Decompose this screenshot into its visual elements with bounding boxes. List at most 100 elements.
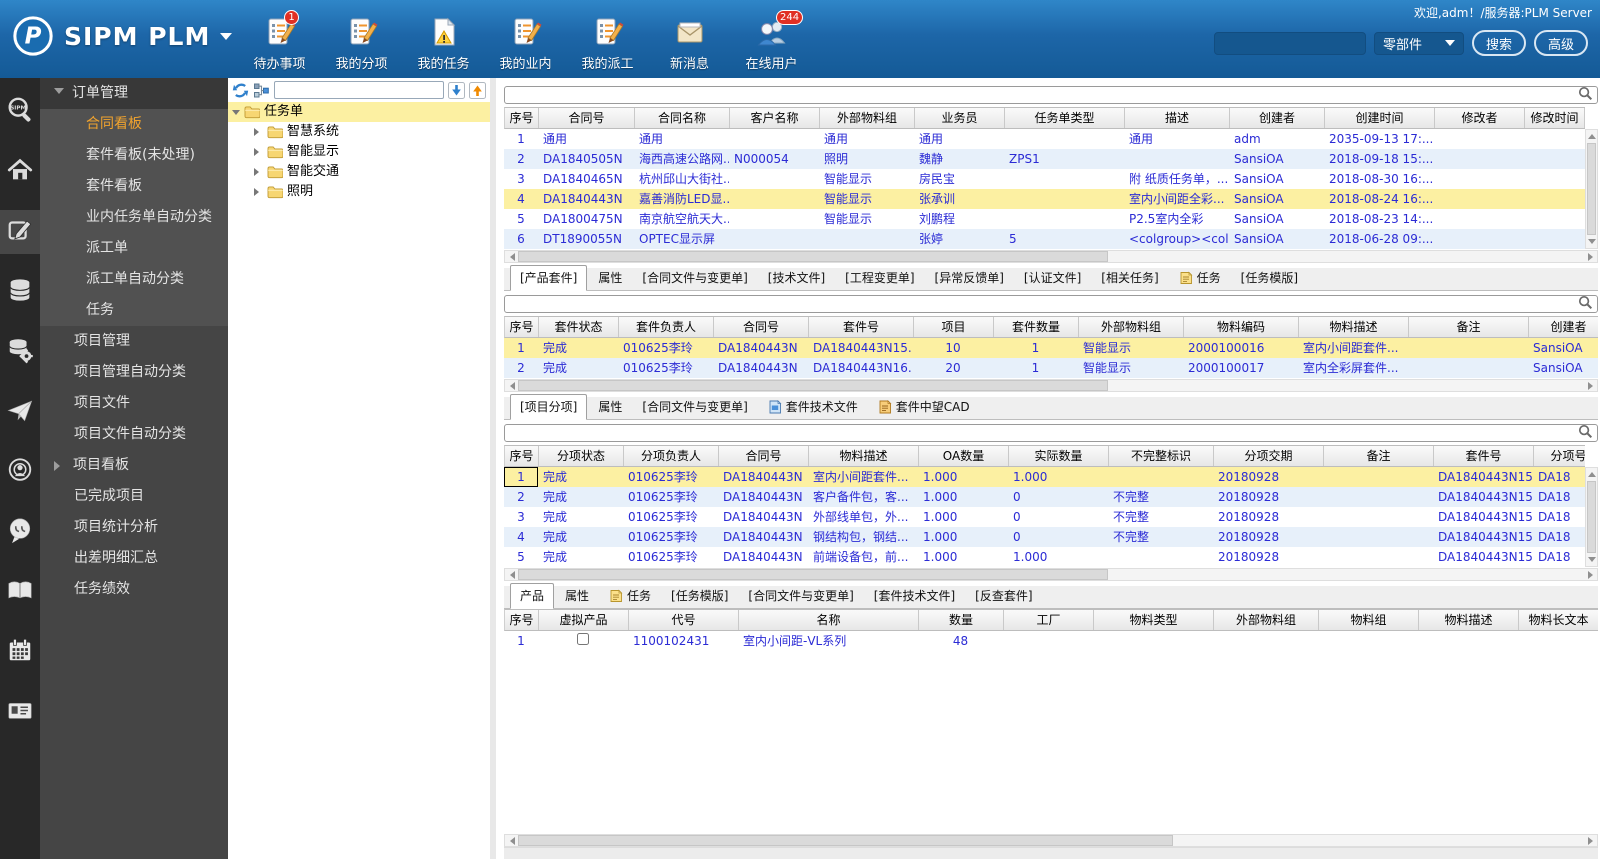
column-header[interactable]: 套件号	[809, 317, 914, 337]
column-header[interactable]: 代号	[629, 610, 739, 630]
table-row[interactable]: 5 DA1800475N 南京航空航天大... 智能显示 刘鹏程 P2.5室内全彩 Sans…	[504, 209, 1585, 229]
column-header[interactable]: 数量	[919, 610, 1004, 630]
rail-item-database[interactable]	[0, 270, 40, 314]
arrow-down-button[interactable]	[448, 81, 465, 99]
table-row[interactable]: 1 1100102431 室内小间距-VL系列 48	[504, 631, 1598, 651]
column-header[interactable]: 虚拟产品	[539, 610, 629, 630]
column-header[interactable]: 套件号	[1434, 446, 1534, 466]
column-header[interactable]: 合同号	[714, 317, 809, 337]
table-row[interactable]: 2 DA1840505N 海西高速公路网... N000054 照明 魏静 ZPS1 Sans…	[504, 149, 1585, 169]
scroll-right-arrow[interactable]	[1584, 380, 1597, 391]
sidebar-item-套件看板[interactable]: 套件看板	[40, 171, 228, 202]
tab-属性[interactable]: 属性	[589, 266, 631, 290]
subitems-vertical-scrollbar[interactable]	[1585, 467, 1598, 567]
table-row[interactable]: 2 完成 010625李玲 DA1840443N 客户备件包，客... 1.000 0 不完整…	[504, 487, 1585, 507]
column-header[interactable]: 分项状态	[539, 446, 624, 466]
collapse-icon[interactable]	[54, 88, 64, 99]
sidebar-item-项目管理自动分类[interactable]: 项目管理自动分类	[40, 357, 228, 388]
column-header[interactable]: 备注	[1409, 317, 1529, 337]
search-button[interactable]: 搜索	[1471, 30, 1526, 56]
column-header[interactable]: 工厂	[1004, 610, 1094, 630]
table-row[interactable]: 4 完成 010625李玲 DA1840443N 钢结构包，钢结... 1.000 0 不完整…	[504, 527, 1585, 547]
scroll-left-arrow[interactable]	[505, 251, 518, 262]
rail-item-chat[interactable]	[0, 510, 40, 554]
column-header[interactable]: 备注	[1324, 446, 1434, 466]
tab-套件中望CAD[interactable]: 套件中望CAD	[869, 395, 979, 419]
sidebar-item-出差明细汇总[interactable]: 出差明细汇总	[40, 543, 228, 574]
tab-技术文件[interactable]: [技术文件]	[759, 266, 834, 290]
tab-项目分项[interactable]: [项目分项]	[510, 394, 588, 420]
sidebar-item-业内任务单自动分类[interactable]: 业内任务单自动分类	[40, 202, 228, 233]
contracts-search-input[interactable]	[504, 86, 1598, 104]
column-header[interactable]: 物料长文本	[1519, 610, 1598, 630]
rail-item-radar[interactable]	[0, 450, 40, 494]
column-header[interactable]: 创建时间	[1325, 108, 1435, 128]
tree-expand-icon[interactable]	[254, 148, 263, 156]
column-header[interactable]: 项目	[914, 317, 994, 337]
table-row[interactable]: 2 完成 010625李玲 DA1840443N DA1840443N16... 20 1 智…	[504, 358, 1598, 378]
virtual-product-checkbox[interactable]	[577, 633, 589, 645]
scroll-right-arrow[interactable]	[1584, 835, 1597, 846]
column-header[interactable]: 描述	[1125, 108, 1230, 128]
table-row[interactable]: 6 DT1890055N OPTEC显示屏 张婷 5 <colgroup><col ...…	[504, 229, 1585, 249]
rail-item-id-card[interactable]	[0, 690, 40, 734]
tab-合同文件与变更单[interactable]: [合同文件与变更单]	[633, 266, 756, 290]
logo-area[interactable]: P SIPM PLM	[12, 15, 233, 57]
rail-item-edit[interactable]	[0, 210, 40, 254]
sidebar-item-项目看板[interactable]: 项目看板	[40, 450, 228, 481]
column-header[interactable]: 不完整标识	[1109, 446, 1214, 466]
column-header[interactable]: 创建者	[1230, 108, 1325, 128]
sidebar-item-派工单[interactable]: 派工单	[40, 233, 228, 264]
scroll-right-arrow[interactable]	[1584, 569, 1597, 580]
expand-icon[interactable]	[54, 460, 65, 471]
scroll-up-arrow[interactable]	[1586, 130, 1597, 142]
logo-dropdown-caret[interactable]	[220, 32, 233, 46]
tree-node-智能交通[interactable]: 智能交通	[228, 162, 490, 182]
scroll-up-arrow[interactable]	[1586, 468, 1597, 480]
tab-套件技术文件[interactable]: 套件技术文件	[759, 395, 867, 419]
tab-任务[interactable]: 任务	[1170, 266, 1230, 290]
global-search-input[interactable]	[1213, 31, 1366, 55]
column-header[interactable]: 业务员	[915, 108, 1005, 128]
scroll-left-arrow[interactable]	[505, 569, 518, 580]
column-header[interactable]: 创建者	[1529, 317, 1598, 337]
table-row[interactable]: 1 完成 010625李玲 DA1840443N DA1840443N15... 10 1 智…	[504, 338, 1598, 358]
column-header[interactable]: 合同名称	[635, 108, 730, 128]
table-row[interactable]: 5 完成 010625李玲 DA1840443N 前端设备包，前... 1.000 1.00…	[504, 547, 1585, 567]
scroll-down-arrow[interactable]	[1586, 554, 1597, 566]
column-header[interactable]: 物料组	[1319, 610, 1419, 630]
sidebar-item-套件看板(未处理)[interactable]: 套件看板(未处理)	[40, 140, 228, 171]
subitems-search-input[interactable]	[504, 424, 1598, 442]
rail-item-calendar[interactable]	[0, 630, 40, 674]
advanced-search-button[interactable]: 高级	[1533, 30, 1588, 56]
tree-node-照明[interactable]: 照明	[228, 182, 490, 202]
column-header[interactable]: 合同号	[539, 108, 635, 128]
column-header[interactable]: 实际数量	[1009, 446, 1109, 466]
toolbar-my-dispatch[interactable]: 我的派工	[574, 16, 641, 72]
column-header[interactable]: 修改者	[1435, 108, 1525, 128]
rail-item-home[interactable]	[0, 150, 40, 194]
tab-任务[interactable]: 任务	[600, 584, 660, 608]
column-header[interactable]: 序号	[505, 108, 539, 128]
kits-horizontal-scrollbar[interactable]	[504, 379, 1598, 392]
tab-合同文件与变更单[interactable]: [合同文件与变更单]	[633, 395, 756, 419]
table-row[interactable]: 3 DA1840465N 杭州邱山大街社... 智能显示 房民宝 附 纸质任务单，... S…	[504, 169, 1585, 189]
column-header[interactable]: 序号	[505, 317, 539, 337]
scroll-right-arrow[interactable]	[1584, 251, 1597, 262]
tab-任务模版[interactable]: [任务模版]	[1232, 266, 1307, 290]
tree-filter-input[interactable]	[274, 81, 444, 99]
tree-expand-icon[interactable]	[254, 168, 263, 176]
column-header[interactable]: 套件负责人	[619, 317, 714, 337]
toolbar-my-tasks[interactable]: 我的任务	[410, 16, 477, 72]
scroll-thumb[interactable]	[518, 835, 1174, 846]
column-header[interactable]: 分项负责人	[624, 446, 719, 466]
sidebar-item-项目管理[interactable]: 项目管理	[40, 326, 228, 357]
sidebar-item-派工单自动分类[interactable]: 派工单自动分类	[40, 264, 228, 295]
scroll-thumb[interactable]	[1587, 143, 1596, 235]
toolbar-new-messages[interactable]: 新消息	[656, 16, 723, 72]
tree-root-task-orders[interactable]: 任务单	[228, 102, 490, 122]
tab-认证文件[interactable]: [认证文件]	[1015, 266, 1090, 290]
tab-属性[interactable]: 属性	[589, 395, 631, 419]
table-row[interactable]: 3 完成 010625李玲 DA1840443N 外部线单包，外... 1.000 0 不完整…	[504, 507, 1585, 527]
tab-产品套件[interactable]: [产品套件]	[510, 265, 588, 291]
